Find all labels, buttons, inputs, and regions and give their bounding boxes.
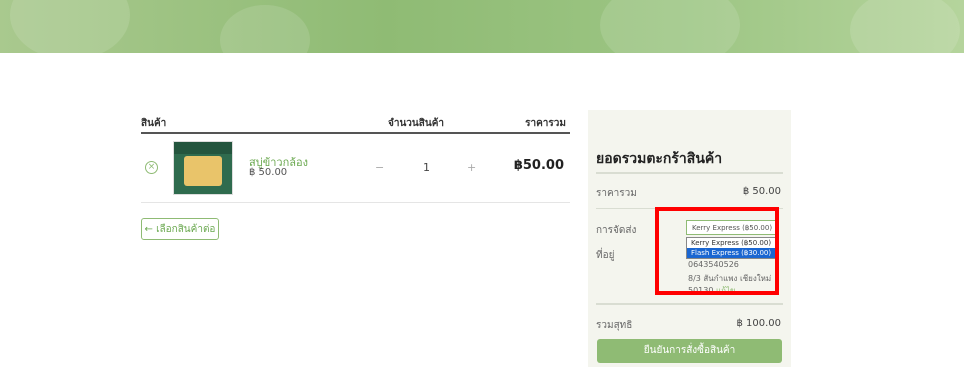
quantity-input[interactable]: 1	[423, 161, 430, 174]
cart-table-header: สินค้า จำนวนสินค้า ราคารวม	[141, 110, 570, 134]
header-total: ราคารวม	[525, 118, 566, 129]
highlight-box	[655, 207, 779, 295]
divider	[596, 172, 783, 174]
cart-row: × สบู่ข้าวกล้อง ฿ 50.00 − 1 + ฿50.00	[141, 134, 570, 203]
grand-total-value: ฿ 100.00	[736, 318, 781, 329]
divider	[596, 303, 783, 305]
continue-shopping-button[interactable]: ← เลือกสินค้าต่อ	[141, 218, 219, 240]
subtotal-value: ฿ 50.00	[742, 186, 781, 197]
header-product: สินค้า	[141, 118, 167, 129]
header-banner	[0, 0, 964, 53]
confirm-order-button[interactable]: ยืนยันการสั่งซื้อสินค้า	[597, 339, 782, 363]
product-price: ฿ 50.00	[249, 167, 288, 178]
quantity-decrease-button[interactable]: −	[375, 161, 384, 174]
row-total: ฿50.00	[513, 158, 564, 173]
quantity-increase-button[interactable]: +	[467, 161, 476, 174]
remove-item-icon[interactable]: ×	[145, 161, 158, 174]
header-quantity: จำนวนสินค้า	[388, 118, 445, 129]
summary-title: ยอดรวมตะกร้าสินค้า	[596, 151, 723, 167]
subtotal-label: ราคารวม	[596, 188, 637, 199]
shipping-label: การจัดส่ง	[596, 225, 637, 236]
grand-total-label: รวมสุทธิ	[596, 320, 633, 331]
cart-table: สินค้า จำนวนสินค้า ราคารวม × สบู่ข้าวกล้…	[141, 110, 570, 203]
address-label: ที่อยู่	[596, 250, 615, 261]
product-thumbnail[interactable]	[173, 141, 233, 195]
